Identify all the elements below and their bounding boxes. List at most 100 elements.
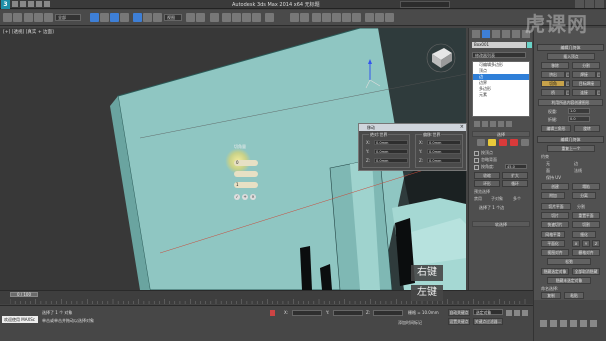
meshsmooth-button[interactable]: 网格平滑 <box>541 231 565 238</box>
target-weld-button[interactable]: 目标焊接 <box>572 80 601 87</box>
x-coord-field[interactable] <box>292 310 322 316</box>
pan-icon[interactable] <box>570 320 577 327</box>
relax-button[interactable]: 松弛 <box>547 258 591 265</box>
mirror-icon[interactable] <box>290 13 299 22</box>
object-color-swatch[interactable] <box>527 42 532 48</box>
connect-settings-icon[interactable]: □ <box>596 89 601 96</box>
collapse-button[interactable]: 塌陷 <box>572 183 600 190</box>
by-vertex-checkbox[interactable]: 按顶点 <box>474 150 493 156</box>
minimize-button[interactable] <box>575 0 584 8</box>
repeat-last-button[interactable]: 重复上一个 <box>547 145 595 152</box>
viewport-label[interactable]: [+] [透视] [真实 + 边面] <box>3 29 54 35</box>
preserve-uvs-checkbox[interactable]: 保持 UV <box>546 175 561 181</box>
create-tab-icon[interactable] <box>472 30 480 38</box>
selection-filter-dropdown[interactable]: 全部 <box>55 14 81 21</box>
angle-field[interactable]: 45.0 <box>505 164 527 169</box>
zoom-icon[interactable] <box>540 320 547 327</box>
set-key-button[interactable]: 设置关键点 <box>448 318 470 325</box>
display-tab-icon[interactable] <box>512 30 520 38</box>
key-filters-button[interactable]: 关键点过滤器... <box>473 318 503 325</box>
border-mode-icon[interactable] <box>499 139 507 146</box>
material-editor-icon[interactable] <box>352 13 361 22</box>
polygon-mode-icon[interactable] <box>510 139 518 146</box>
select-manipulate-icon[interactable] <box>196 13 205 22</box>
percent-snap-icon[interactable] <box>242 13 251 22</box>
z-coord-field[interactable] <box>373 310 403 316</box>
maximize-viewport-icon[interactable] <box>590 320 597 327</box>
bridge-button[interactable]: 桥 <box>541 89 565 96</box>
layer-icon[interactable] <box>312 13 321 22</box>
stack-item[interactable]: 元素 <box>473 92 529 98</box>
hierarchy-tab-icon[interactable] <box>492 30 500 38</box>
slice-button[interactable]: 切片 <box>541 212 569 219</box>
zoom-extents-icon[interactable] <box>560 320 567 327</box>
caddy-tension-field[interactable]: 1 <box>234 182 258 188</box>
view-align-button[interactable]: 视图对齐 <box>541 249 569 256</box>
play-icon[interactable] <box>514 310 520 316</box>
time-slider-track[interactable]: 0 / 100 <box>0 290 533 304</box>
constraint-none-radio[interactable]: 无 <box>546 161 550 167</box>
selected-dropdown[interactable]: 选定对象 <box>473 309 503 315</box>
undo-icon[interactable] <box>36 1 42 7</box>
orbit-icon[interactable] <box>580 320 587 327</box>
cut-button[interactable]: 切割 <box>572 221 600 228</box>
planar-y-button[interactable]: Y <box>582 240 590 247</box>
pivot-icon[interactable] <box>186 13 195 22</box>
detach-button[interactable]: 分离 <box>572 192 596 199</box>
named-selection-icon[interactable] <box>265 13 274 22</box>
caddy-segments-field[interactable] <box>234 171 258 177</box>
grow-button[interactable]: 扩大 <box>502 172 528 179</box>
hide-unselected-button[interactable]: 隐藏未选定对象 <box>547 277 591 284</box>
off-x-field[interactable]: 0.0mm <box>427 140 461 145</box>
remove-modifier-icon[interactable] <box>498 121 504 127</box>
create-shape-button[interactable]: 利用所选内容创建图形 <box>538 99 603 106</box>
insert-vertex-button[interactable]: 插入顶点 <box>547 53 595 60</box>
grid-align-button[interactable]: 栅格对齐 <box>572 249 600 256</box>
render-icon[interactable] <box>385 13 394 22</box>
new-icon[interactable] <box>12 1 18 7</box>
modifier-list-dropdown[interactable]: 修改器列表 <box>472 52 526 58</box>
y-coord-field[interactable] <box>333 310 363 316</box>
ring-button[interactable]: 环形 <box>474 180 500 187</box>
ignore-backfacing-checkbox[interactable]: 忽略背面 <box>474 157 497 163</box>
window-crossing-icon[interactable] <box>120 13 129 22</box>
abs-z-field[interactable]: 0.0mm <box>374 158 408 163</box>
off-z-field[interactable]: 0.0mm <box>427 158 461 163</box>
bridge-settings-icon[interactable]: □ <box>565 89 570 96</box>
link-icon[interactable] <box>24 13 33 22</box>
snap-3d-icon[interactable] <box>222 13 231 22</box>
time-slider[interactable]: 0 / 100 <box>10 292 38 297</box>
make-planar-button[interactable]: 平面化 <box>541 240 565 247</box>
edit-edges-header[interactable]: 编辑几何体 <box>537 44 604 51</box>
auto-key-button[interactable]: 自动关键点 <box>448 309 470 316</box>
planar-x-button[interactable]: X <box>572 240 580 247</box>
caddy-apply-icon[interactable]: + <box>242 194 248 200</box>
redo-icon[interactable] <box>13 13 22 22</box>
attach-button[interactable]: 附加 <box>541 192 565 199</box>
copy-button[interactable]: 复制 <box>541 292 561 299</box>
close-button[interactable] <box>595 0 604 8</box>
render-setup-icon[interactable] <box>365 13 374 22</box>
render-frame-icon[interactable] <box>375 13 384 22</box>
by-angle-checkbox[interactable]: 按角度: <box>474 164 494 170</box>
caddy-ok-icon[interactable]: ✓ <box>234 194 240 200</box>
bind-icon[interactable] <box>44 13 53 22</box>
maxscript-listener[interactable]: 欢迎使用 MAXSc <box>2 316 38 323</box>
shrink-button[interactable]: 收缩 <box>474 172 500 179</box>
edge-mode-icon[interactable] <box>488 139 496 146</box>
connect-button[interactable]: 连接 <box>572 89 596 96</box>
next-frame-icon[interactable] <box>522 310 528 316</box>
show-end-result-icon[interactable] <box>482 121 488 127</box>
app-logo-icon[interactable]: 3 <box>1 0 10 9</box>
angle-snap-icon[interactable] <box>232 13 241 22</box>
vertex-mode-icon[interactable] <box>477 139 485 146</box>
remove-button[interactable]: 移除 <box>541 62 569 69</box>
save-icon[interactable] <box>28 1 34 7</box>
edit-geometry-header[interactable]: 编辑几何体 <box>537 136 604 143</box>
spinner-snap-icon[interactable] <box>252 13 261 22</box>
preview-off-radio[interactable]: 禁用 <box>474 196 482 202</box>
scale-icon[interactable] <box>153 13 162 22</box>
search-input[interactable] <box>400 1 450 8</box>
modify-tab-icon[interactable] <box>482 30 490 38</box>
weight-field[interactable]: 1.0 <box>568 108 590 114</box>
